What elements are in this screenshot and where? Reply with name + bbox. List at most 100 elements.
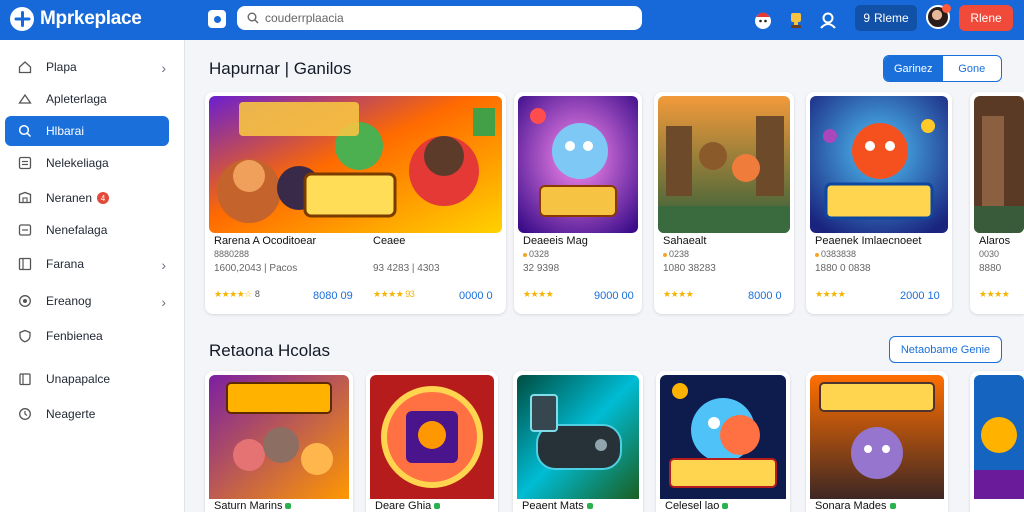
sidebar-item-nelekeliaga[interactable]: Nelekeliaga <box>5 148 169 178</box>
game-meta: 1600,2043 | Pacos <box>214 263 298 274</box>
trophy-icon[interactable] <box>784 8 808 32</box>
game-meta-secondary: 93 4283 | 4303 <box>373 263 440 274</box>
top-bar: Mprkeplace 9 Rleme Rlene <box>0 0 1024 40</box>
box-icon <box>18 372 32 386</box>
community-icon[interactable] <box>816 8 840 32</box>
rating-stars: ★★★★☆ 8 <box>214 289 260 299</box>
section-title-recent: Retaona Hcolas <box>209 341 330 360</box>
game-thumbnail <box>518 96 638 233</box>
game-subtitle: 0238 <box>663 249 689 259</box>
sidebar-item-label: Unapapalce <box>46 372 111 386</box>
sidebar-item-neagerte[interactable]: Neagerte <box>5 399 169 429</box>
account-button[interactable]: 9 Rleme <box>855 5 917 31</box>
section-title-popular: Hapurnar | Ganilos <box>209 59 352 78</box>
calendar-icon <box>18 257 32 271</box>
game-card[interactable]: Celesel lao <box>656 371 790 512</box>
game-thumbnail <box>810 96 948 233</box>
game-subtitle: 0328 <box>523 249 549 259</box>
game-card[interactable] <box>970 371 1024 512</box>
game-card[interactable]: Alaros 0030 8880 ★★★★ <box>970 92 1024 314</box>
game-title: Alaros <box>979 235 1011 247</box>
sidebar-item-unapapalce[interactable]: Unapapalce <box>5 364 169 394</box>
game-card[interactable]: Peaenek Imlaecnoeet 0383838 1880 0 0838 … <box>806 92 952 314</box>
search-bar[interactable] <box>237 6 642 30</box>
game-card[interactable]: Peaent Mats <box>513 371 643 512</box>
rating-stars: ★★★★ <box>523 289 554 299</box>
sidebar-item-apleterlaga[interactable]: Apleterlaga <box>5 84 169 114</box>
account-count: 9 <box>863 11 870 25</box>
rating-stars: ★★★★ <box>815 289 846 299</box>
game-title: Celesel lao <box>665 500 729 512</box>
game-title: Peaent Mats <box>522 500 593 512</box>
game-meta: 8880 <box>979 263 1002 274</box>
cloud-icon <box>18 92 32 106</box>
sidebar-item-label: Nelekeliaga <box>46 156 109 170</box>
game-meta: 32 9398 <box>523 263 560 274</box>
verified-badge-icon <box>285 503 292 510</box>
search-icon <box>247 12 259 24</box>
game-card[interactable]: Sonara Mades <box>806 371 948 512</box>
grid-icon <box>18 156 32 170</box>
doc-icon <box>18 223 32 237</box>
chevron-right-icon: › <box>161 257 166 273</box>
game-title-secondary: Ceaee <box>373 235 406 247</box>
chat-icon <box>18 191 32 205</box>
notification-badge: 4 <box>97 192 110 204</box>
verified-badge-icon <box>889 503 896 510</box>
game-title: Rarena A Ocoditoear <box>214 235 317 247</box>
sidebar-item-plapa[interactable]: Plapa › <box>5 52 169 82</box>
chevron-right-icon: › <box>161 60 166 76</box>
game-thumbnail <box>974 96 1024 233</box>
game-thumbnail <box>517 375 639 504</box>
game-card[interactable]: Deaeeis Mag 0328 32 9398 ★★★★ 9000 00 <box>514 92 642 314</box>
sidebar-item-label: Apleterlaga <box>46 92 107 106</box>
game-title: Deare Ghia <box>375 500 441 512</box>
game-thumbnail <box>810 375 944 504</box>
game-title: Saturn Marins <box>214 500 292 512</box>
app-logo[interactable]: Mprkeplace <box>10 7 142 31</box>
game-thumbnail <box>209 96 502 233</box>
sidebar-item-label: Ereanog <box>46 294 92 308</box>
sidebar-item-label: Farana <box>46 257 85 271</box>
sidebar-item-label: Nenefalaga <box>46 223 108 237</box>
location-pin-button[interactable] <box>208 10 226 28</box>
shield-icon <box>18 329 32 343</box>
sidebar-item-nenefalaga[interactable]: Nenefalaga <box>5 215 169 245</box>
game-card[interactable]: Rarena A Ocoditoear Ceaee 8880288 1600,2… <box>205 92 506 314</box>
sidebar-item-ereanog[interactable]: Ereanog › <box>5 286 169 316</box>
chevron-right-icon: › <box>161 294 166 310</box>
game-price: 8000 0 <box>748 290 782 302</box>
avatar[interactable] <box>926 4 951 29</box>
search-input[interactable] <box>265 11 635 25</box>
game-subtitle: 8880288 <box>214 249 250 259</box>
home-icon <box>18 60 32 74</box>
game-title: Sonara Mades <box>815 500 896 512</box>
game-title: Peaenek Imlaecnoeet <box>815 235 922 247</box>
app-name: Mprkeplace <box>40 8 142 29</box>
toggle-option-inactive[interactable]: Gone <box>943 56 1002 81</box>
primary-action-button[interactable]: Rlene <box>959 5 1013 31</box>
game-card[interactable]: Saturn Marins <box>205 371 353 512</box>
game-card[interactable]: Deare Ghia <box>366 371 498 512</box>
notification-dot <box>942 4 951 13</box>
game-character-icon[interactable] <box>751 8 775 32</box>
game-price: 8080 09 <box>313 290 353 302</box>
view-toggle[interactable]: Garinez Gone <box>883 55 1002 82</box>
game-price: 9000 00 <box>594 290 634 302</box>
toggle-option-active[interactable]: Garinez <box>884 56 943 81</box>
game-subtitle: 0030 <box>979 249 1000 259</box>
sidebar-item-farana[interactable]: Farana › <box>5 249 169 279</box>
sidebar-item-label: Fenbienea <box>46 329 103 343</box>
rating-stars-secondary: ★★★★ 93 <box>373 289 415 299</box>
sidebar-item-hlbarai[interactable]: Hlbarai <box>5 116 169 146</box>
game-card[interactable]: Sahaealt 0238 1080 38283 ★★★★ 8000 0 <box>654 92 794 314</box>
sidebar-item-label: Plapa <box>46 60 77 74</box>
sidebar-item-neranen[interactable]: Neranen 4 <box>5 183 169 213</box>
game-thumbnail <box>658 96 790 233</box>
sidebar-item-fenbienea[interactable]: Fenbienea <box>5 321 169 351</box>
verified-badge-icon <box>722 503 729 510</box>
view-all-button[interactable]: Netaobame Genie <box>889 336 1002 363</box>
game-title: Deaeeis Mag <box>523 235 588 247</box>
pin-icon <box>213 15 221 23</box>
sidebar-item-label: Neagerte <box>46 407 96 421</box>
